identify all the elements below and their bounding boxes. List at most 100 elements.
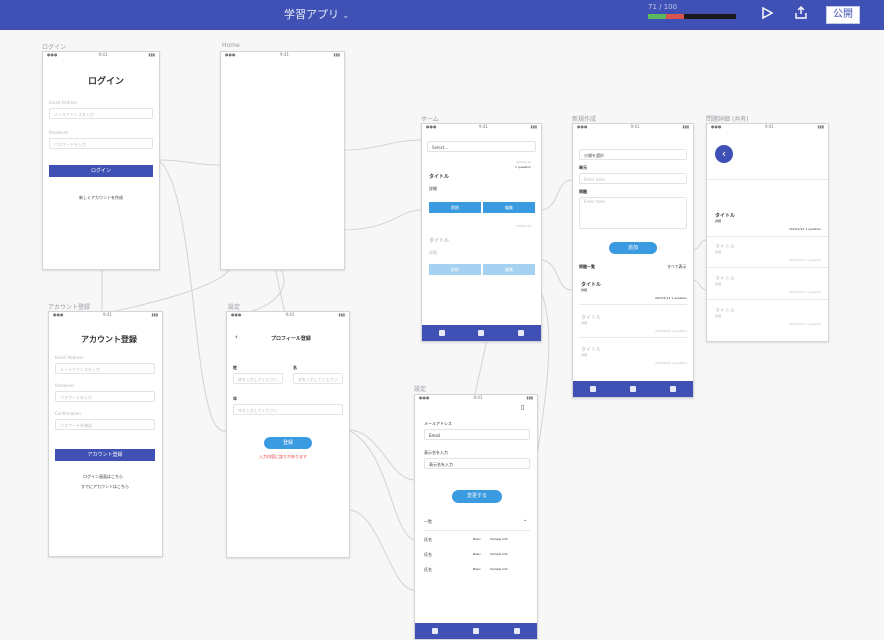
chevron-down-icon[interactable]: ⌄ — [523, 517, 527, 523]
row-cell: Sample Info — [490, 552, 508, 556]
screen-profile[interactable]: ●●● 9:41 ▮▮▮ ‹ プロフィール登録 姓 姓を入力してください 名 名を入… — [226, 311, 350, 558]
unit-label: 単元 — [579, 165, 587, 170]
add-button[interactable]: 追加 — [609, 242, 657, 254]
row-cell: Basic — [473, 552, 481, 556]
status-bar: ●●● 9:41 ▮▮▮ — [47, 52, 155, 57]
status-bar: ●●● 9:41 ▮▮▮ — [231, 312, 345, 317]
screen-label-create: 新規作成 — [572, 116, 597, 123]
list-item-date: 2023/1/12 1 question — [789, 227, 822, 231]
unit-field[interactable]: Enter here — [579, 173, 687, 184]
item1-edit-button[interactable]: 編集 — [483, 202, 535, 213]
screen-home[interactable]: ●●● 9:41 ▮▮▮ Select... 2023/1/12 1 questio… — [421, 123, 542, 342]
divider — [707, 236, 828, 237]
status-bar: ●●● 9:41 ▮▮▮ — [419, 395, 533, 400]
item2-edit-button[interactable]: 編集 — [483, 264, 535, 275]
tab-bar — [573, 381, 693, 397]
question-textarea[interactable]: Enter here — [579, 197, 687, 229]
app-title-menu[interactable]: 学習アプリ ⌄ — [284, 6, 350, 22]
list-item-date: 2023/1/12 1 question — [789, 322, 822, 326]
app-title: 学習アプリ — [284, 8, 339, 21]
error-message: 入力内容に誤りがあります — [259, 454, 307, 459]
home-icon[interactable] — [432, 628, 439, 634]
email-field[interactable]: Email — [424, 429, 530, 440]
trash-icon[interactable]: ▯ — [521, 404, 524, 411]
display-name-field[interactable]: 表示名を入力 — [424, 458, 530, 469]
status-bar: ●●● 9:41 ▮▮▮ — [225, 52, 340, 57]
list-item-sub: 詳細 — [581, 288, 588, 292]
item1-delete-button[interactable]: 削除 — [429, 202, 481, 213]
divider — [579, 304, 687, 305]
home-icon[interactable] — [438, 330, 445, 336]
change-button[interactable]: 変更する — [452, 490, 502, 503]
list-item-title: タイトル — [715, 213, 736, 219]
list-section-title: 一覧 — [424, 519, 432, 524]
list-item-date: 2023/1/12 1 question — [655, 361, 688, 365]
settings-icon[interactable] — [670, 386, 676, 392]
show-all-link[interactable]: すべて表示 — [667, 264, 687, 270]
confirm-label: Confirmation — [55, 411, 81, 416]
list-item-title: タイトル — [581, 347, 602, 353]
usage-counter: 71 / 100 — [648, 3, 678, 11]
settings-icon[interactable] — [513, 628, 520, 634]
flow-canvas[interactable]: ログイン ●●● 9:41 ▮▮▮ ログイン Email Address メールアド… — [0, 30, 884, 640]
status-bar: ●●● 9:41 ▮▮▮ — [426, 124, 537, 129]
email-field[interactable]: メールアドレスを入力 — [55, 363, 155, 374]
screen-label-settings: 設定 — [414, 386, 427, 393]
login-button[interactable]: ログイン — [49, 165, 153, 177]
export-icon[interactable] — [794, 6, 808, 20]
list-item-date: 2023/1/12 1 question — [655, 329, 688, 333]
existing-account-link[interactable]: すでにアカウントはこちら — [81, 484, 129, 490]
confirm-field[interactable]: パスワードを確認 — [55, 419, 155, 430]
chevron-down-icon: ⌄ — [342, 11, 350, 21]
list-item-sub: 詳細 — [715, 219, 722, 223]
list-item-title: タイトル — [715, 308, 736, 314]
year-label: 年 — [233, 396, 237, 401]
register-button[interactable]: 登録 — [264, 437, 312, 449]
play-icon[interactable] — [760, 6, 774, 20]
book-icon[interactable] — [630, 386, 636, 392]
back-arrow-icon[interactable]: ‹ — [235, 333, 238, 341]
email-field[interactable]: メールアドレスを入力 — [49, 108, 153, 119]
screen-login[interactable]: ●●● 9:41 ▮▮▮ ログイン Email Address メールアドレスを入力… — [42, 51, 160, 270]
usage-fill-red — [666, 14, 684, 19]
password-field[interactable]: パスワードを入力 — [49, 138, 153, 149]
screen-create[interactable]: ●●● 9:41 ▮▮▮ 分類を選択 単元 Enter here 問題 Enter … — [572, 123, 694, 398]
list-item-date: 2023/1/12 1 question — [789, 290, 822, 294]
screen-label-profile: 設定 — [228, 304, 241, 311]
item2-delete-button[interactable]: 削除 — [429, 264, 481, 275]
settings-icon[interactable] — [518, 330, 525, 336]
email-label: メールアドレス — [424, 421, 452, 426]
home-icon[interactable] — [590, 386, 596, 392]
question-list-title: 問題一覧 — [579, 264, 595, 269]
year-field[interactable]: 年を入力してください — [233, 404, 343, 415]
password-field[interactable]: パスワードを入力 — [55, 391, 155, 402]
book-icon[interactable] — [472, 628, 479, 634]
item1-sub: 詳細 — [429, 186, 437, 191]
email-label: Email Address — [49, 100, 78, 105]
home-select[interactable]: Select... — [427, 141, 536, 152]
signup-button[interactable]: アカウント登録 — [55, 449, 155, 461]
screen-blank[interactable]: ●●● 9:41 ▮▮▮ — [220, 51, 345, 270]
signup-link[interactable]: 新しくアカウントを作成 — [79, 195, 123, 201]
screen-label-signup: アカウント登録 — [48, 304, 91, 311]
list-item-sub: 詳細 — [715, 314, 722, 318]
row-cell: Basic — [473, 537, 481, 541]
screen-signup[interactable]: ●●● 9:41 ▮▮▮ アカウント登録 Email Address メールアドレス… — [48, 311, 163, 557]
category-select[interactable]: 分類を選択 — [579, 149, 687, 160]
last-name-field[interactable]: 姓を入力してください — [233, 373, 283, 384]
row-cell: Basic — [473, 567, 481, 571]
list-item-sub: 詳細 — [581, 353, 588, 357]
screen-detail[interactable]: ●●● 9:41 ▮▮▮ ‹ タイトル 詳細 2023/1/12 1 questio… — [706, 123, 829, 342]
divider — [424, 530, 530, 531]
login-title: ログイン — [88, 77, 125, 87]
item2-sub: 詳細 — [429, 250, 437, 255]
first-name-field[interactable]: 名を入力してください — [293, 373, 343, 384]
book-icon[interactable] — [478, 330, 485, 336]
profile-title: プロフィール登録 — [271, 336, 311, 342]
login-link[interactable]: ログイン画面はこちら — [83, 474, 123, 480]
back-arrow-icon[interactable]: ‹ — [715, 145, 733, 163]
screen-settings[interactable]: ●●● 9:41 ▮▮▮ ▯ メールアドレス Email 表示名を入力 表示名を入力… — [414, 394, 538, 640]
email-label: Email Address — [55, 355, 84, 360]
publish-button[interactable]: 公開 — [826, 6, 860, 24]
divider — [707, 179, 828, 180]
